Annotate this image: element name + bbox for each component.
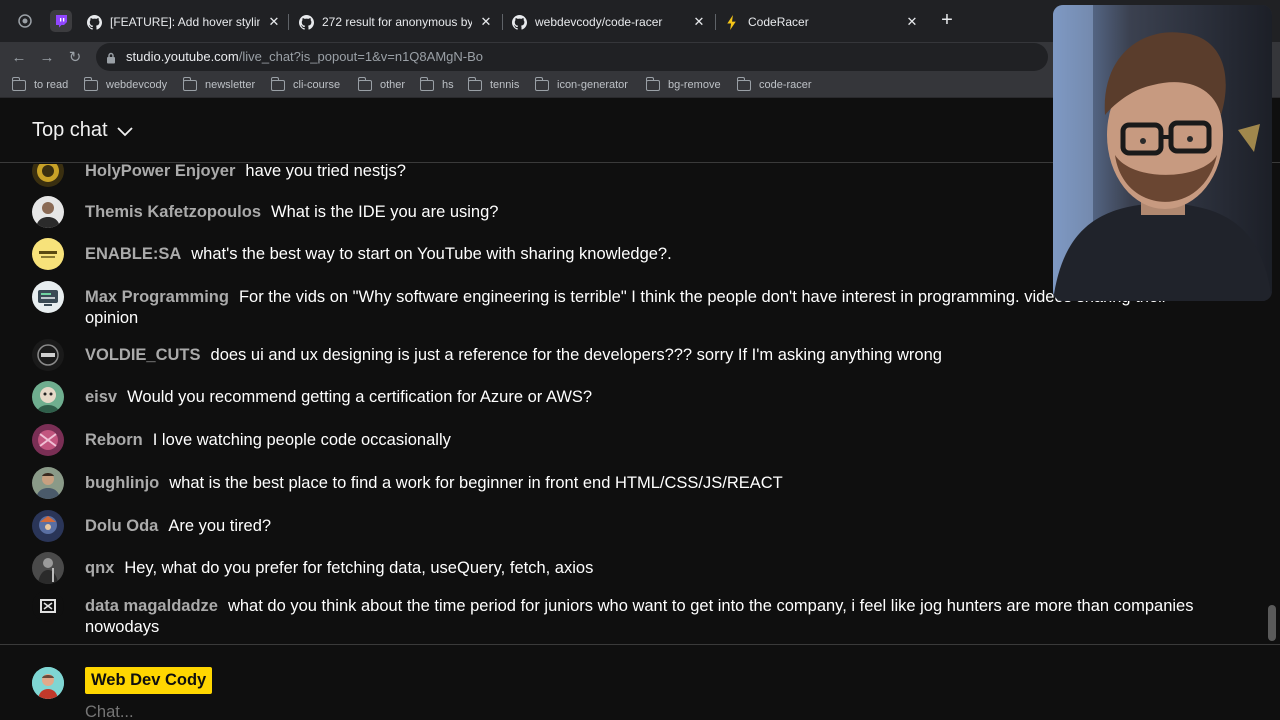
tab-feature-issue[interactable]: [FEATURE]: Add hover styling o ✕	[86, 8, 282, 36]
folder-icon	[736, 76, 751, 91]
message-text: what do you think about the time period …	[85, 597, 1194, 636]
author-name[interactable]: data magaldadze	[85, 597, 218, 615]
tab-code-racer-repo[interactable]: webdevcody/code-racer ✕	[511, 8, 707, 36]
streamer-webcam-image	[1053, 5, 1272, 301]
avatar[interactable]	[32, 238, 64, 270]
tab-divider	[502, 14, 503, 30]
url-text: studio.youtube.com/live_chat?is_popout=1…	[126, 49, 483, 64]
author-name[interactable]: ENABLE:SA	[85, 245, 181, 263]
folder-icon	[270, 76, 285, 91]
folder-icon	[645, 76, 660, 91]
author-name[interactable]: eisv	[85, 388, 117, 406]
close-tab-icon[interactable]: ✕	[691, 14, 707, 30]
avatar	[32, 667, 64, 699]
message-text: Are you tired?	[168, 517, 272, 535]
lock-icon	[106, 51, 116, 69]
avatar[interactable]	[32, 424, 64, 456]
message-text: what's the best way to start on YouTube …	[191, 245, 672, 263]
tab-divider	[715, 14, 716, 30]
twitch-icon	[56, 15, 67, 28]
avatar[interactable]	[32, 552, 64, 584]
bookmark-folder[interactable]: hs	[419, 76, 454, 94]
folder-icon	[419, 76, 434, 91]
author-name[interactable]: Themis Kafetzopoulos	[85, 203, 261, 221]
message-text: I love watching people code occasionally	[152, 431, 451, 449]
tab-search-results[interactable]: 272 result for anonymous by s ✕	[298, 8, 494, 36]
avatar[interactable]	[32, 164, 64, 187]
avatar[interactable]	[32, 510, 64, 542]
github-icon	[298, 14, 314, 30]
author-name[interactable]: Dolu Oda	[85, 517, 158, 535]
avatar[interactable]	[32, 590, 64, 622]
bookmark-folder[interactable]: code-racer	[736, 76, 812, 94]
chrome-profile-icon[interactable]	[14, 10, 36, 32]
chat-scrollbar[interactable]	[1268, 605, 1276, 641]
message-text: What is the IDE you are using?	[271, 203, 499, 221]
author-name[interactable]: VOLDIE_CUTS	[85, 346, 201, 364]
message-text: Hey, what do you prefer for fetching dat…	[124, 559, 594, 577]
bookmark-folder[interactable]: tennis	[467, 76, 519, 94]
avatar[interactable]	[32, 381, 64, 413]
author-name[interactable]: Max Programming	[85, 288, 229, 306]
avatar[interactable]	[32, 281, 64, 313]
avatar[interactable]	[32, 339, 64, 371]
author-name[interactable]: Reborn	[85, 431, 143, 449]
folder-icon	[357, 76, 372, 91]
close-tab-icon[interactable]: ✕	[478, 14, 494, 30]
close-tab-icon[interactable]: ✕	[266, 14, 282, 30]
address-bar[interactable]: studio.youtube.com/live_chat?is_popout=1…	[96, 43, 1130, 71]
folder-icon	[467, 76, 482, 91]
folder-icon	[83, 76, 98, 91]
new-tab-button[interactable]: +	[937, 10, 957, 31]
twitch-pinned-tab[interactable]	[50, 10, 72, 32]
message-text: what is the best place to find a work fo…	[169, 474, 783, 492]
author-name[interactable]: qnx	[85, 559, 114, 577]
github-icon	[511, 14, 527, 30]
github-icon	[86, 14, 102, 30]
chat-mode-dropdown[interactable]: Top chat	[32, 118, 134, 143]
tab-coderacer[interactable]: CodeRacer ✕	[724, 8, 920, 36]
author-name[interactable]: HolyPower Enjoyer	[85, 164, 235, 180]
folder-icon	[11, 76, 26, 91]
lightning-icon	[724, 14, 740, 30]
message-text: Would you recommend getting a certificat…	[127, 388, 593, 406]
reload-icon[interactable]: ↻	[64, 46, 86, 68]
author-name[interactable]: bughlinjo	[85, 474, 159, 492]
bookmark-folder[interactable]: icon-generator	[534, 76, 628, 94]
webcam-overlay	[1053, 5, 1272, 301]
chat-input[interactable]	[85, 703, 1185, 720]
folder-icon	[182, 76, 197, 91]
bookmark-folder[interactable]: bg-remove	[645, 76, 721, 94]
forward-arrow-icon[interactable]: →	[36, 46, 58, 68]
folder-icon	[534, 76, 549, 91]
avatar[interactable]	[32, 196, 64, 228]
back-arrow-icon[interactable]: ←	[8, 46, 30, 68]
message-text: does ui and ux designing is just a refer…	[210, 346, 942, 364]
bookmark-folder[interactable]: webdevcody	[83, 76, 167, 94]
message-text: have you tried nestjs?	[245, 164, 406, 180]
bookmark-folder[interactable]: other	[357, 76, 405, 94]
close-tab-icon[interactable]: ✕	[904, 14, 920, 30]
message-text: For the vids on "Why software engineerin…	[85, 288, 1168, 327]
bookmark-folder[interactable]: newsletter	[182, 76, 255, 94]
bookmark-folder[interactable]: to read	[11, 76, 68, 94]
avatar[interactable]	[32, 467, 64, 499]
bookmark-folder[interactable]: cli-course	[270, 76, 340, 94]
current-user-name: Web Dev Cody	[85, 667, 213, 694]
chevron-down-icon	[116, 120, 134, 143]
tab-divider	[288, 14, 289, 30]
chat-composer: Web Dev Cody	[0, 644, 1280, 720]
